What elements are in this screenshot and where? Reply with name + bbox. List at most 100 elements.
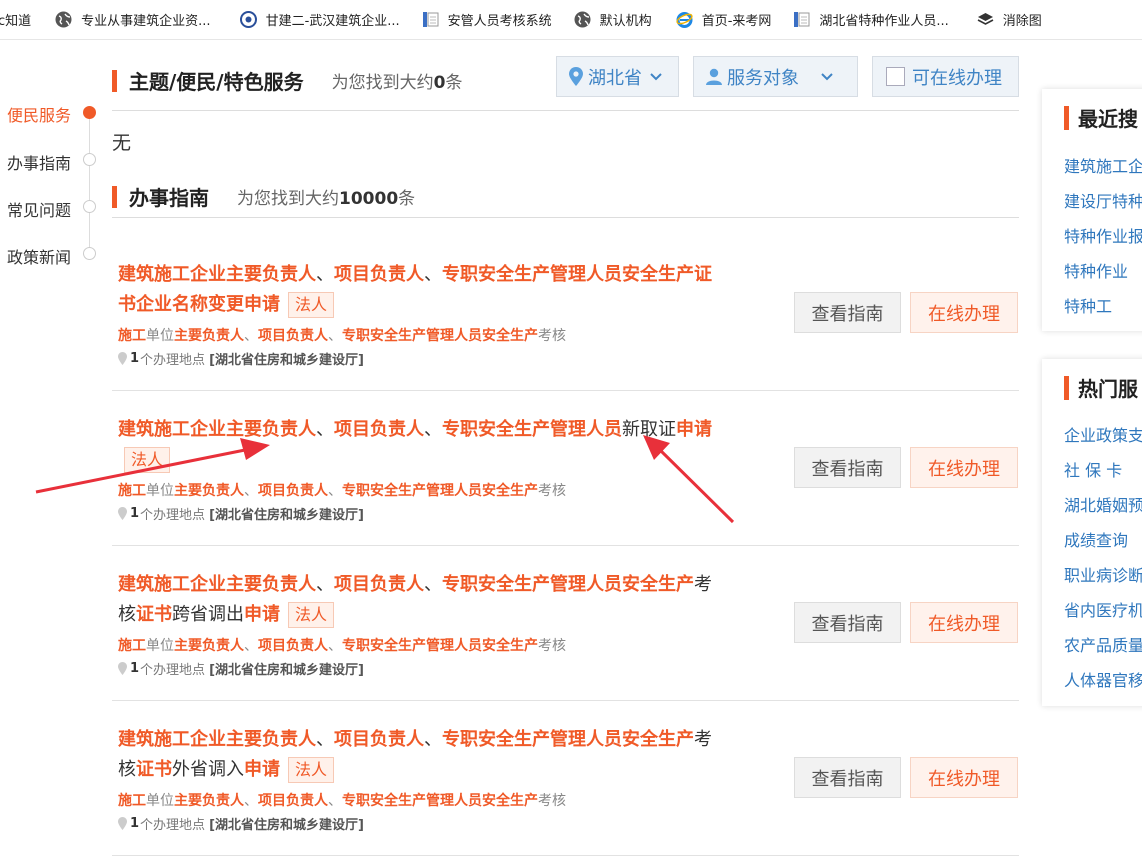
bookmark-item[interactable]: 安管人员考核系统 xyxy=(422,0,552,39)
subtitle-segment: 、 xyxy=(328,483,342,499)
divider xyxy=(112,217,1019,218)
recent-search-link[interactable]: 建筑施工企 xyxy=(1064,153,1142,177)
online-apply-button[interactable]: 在线办理 xyxy=(910,292,1018,333)
recent-search-link[interactable]: 特种作业 xyxy=(1064,258,1128,282)
subtitle-segment: 施工 xyxy=(118,793,146,809)
nav-item-news[interactable]: 政策新闻 xyxy=(7,244,71,268)
panel-header: 最近搜 xyxy=(1064,103,1138,132)
title-text-segment: 专职安全生产管理人员 xyxy=(442,419,622,440)
location-department[interactable]: [湖北省住房和城乡建设厅] xyxy=(209,659,364,678)
subtitle-segment: 、 xyxy=(244,793,258,809)
result-title-link[interactable]: 建筑施工企业主要负责人、项目负责人、专职安全生产管理人员新取证申请 法人 xyxy=(118,415,758,475)
bookmark-item[interactable]: 首页-来考网 xyxy=(676,0,771,39)
section-header-guides: 办事指南 为您找到大约10000条 xyxy=(112,182,415,211)
result-title-link[interactable]: 建筑施工企业主要负责人、项目负责人、专职安全生产管理人员安全生产证 书企业名称变更… xyxy=(118,260,758,320)
title-text-segment: 申请 xyxy=(244,604,280,625)
checkbox-box[interactable] xyxy=(886,67,905,86)
bookmark-item[interactable]: 默认机构 xyxy=(574,0,652,39)
section-accent-bar xyxy=(112,69,117,92)
subtitle-segment: 、 xyxy=(328,328,342,344)
layers-icon xyxy=(977,11,994,28)
location-count: 1 xyxy=(130,661,140,676)
title-text-segment: 专职安全生产管理人员安全生产 xyxy=(442,574,694,595)
recent-search-link[interactable]: 特种作业报 xyxy=(1064,223,1142,247)
panel-header: 热门服 xyxy=(1064,373,1138,402)
bookmark-item[interactable]: 湖北省特种作业人员... xyxy=(793,0,949,39)
section-title: 主题/便民/特色服务 xyxy=(129,70,304,94)
title-text-segment: 建筑施工企业主要负责人 xyxy=(118,729,316,750)
divider xyxy=(112,110,1019,111)
nav-item-faq[interactable]: 常见问题 xyxy=(7,197,71,221)
subtitle-segment: 单位 xyxy=(146,638,174,654)
result-location: 1 个办理地点 [湖北省住房和城乡建设厅] xyxy=(118,504,365,523)
result-count: 为您找到大约0条 xyxy=(331,73,463,93)
bookmark-item[interactable]: c知道 xyxy=(0,0,32,39)
view-guide-button[interactable]: 查看指南 xyxy=(794,757,901,798)
region-dropdown[interactable]: 湖北省 xyxy=(556,56,679,97)
hot-service-link[interactable]: 农产品质量 xyxy=(1064,632,1142,656)
location-department[interactable]: [湖北省住房和城乡建设厅] xyxy=(209,349,364,368)
online-only-checkbox[interactable]: 可在线办理 xyxy=(872,56,1019,97)
result-item: 建筑施工企业主要负责人、项目负责人、专职安全生产管理人员安全生产证 书企业名称变更… xyxy=(112,236,1019,391)
bookmark-item[interactable]: 甘建二-武汉建筑企业... xyxy=(239,0,400,39)
bookmark-item[interactable]: 专业从事建筑企业资... xyxy=(55,0,211,39)
hot-service-link[interactable]: 成绩查询 xyxy=(1064,527,1128,551)
title-text-segment: 新取证 xyxy=(622,419,676,440)
hot-service-link[interactable]: 职业病诊断 xyxy=(1064,562,1142,586)
online-apply-button[interactable]: 在线办理 xyxy=(910,447,1018,488)
globe-icon xyxy=(574,11,591,28)
region-value: 湖北省 xyxy=(588,67,642,89)
result-title-link[interactable]: 建筑施工企业主要负责人、项目负责人、专职安全生产管理人员安全生产考 核证书外省调入… xyxy=(118,725,758,785)
title-text-segment: 、 xyxy=(424,574,442,595)
bookmark-item[interactable]: 消除图 xyxy=(977,0,1042,39)
recent-search-link[interactable]: 特种工 xyxy=(1064,293,1112,317)
subtitle-segment: 项目负责人 xyxy=(258,638,328,654)
hot-service-link[interactable]: 湖北婚姻预 xyxy=(1064,492,1142,516)
bookmark-label: 专业从事建筑企业资... xyxy=(81,14,211,29)
subtitle-segment: 施工 xyxy=(118,328,146,344)
recent-search-link[interactable]: 建设厅特种 xyxy=(1064,188,1142,212)
location-pin-icon xyxy=(118,817,127,830)
view-guide-button[interactable]: 查看指南 xyxy=(794,602,901,643)
view-guide-button[interactable]: 查看指南 xyxy=(794,447,901,488)
subtitle-segment: 专职安全生产管理人员安全生产 xyxy=(342,793,538,809)
title-text-segment: 证书 xyxy=(136,759,172,780)
subtitle-segment: 主要负责人 xyxy=(174,793,244,809)
online-apply-button[interactable]: 在线办理 xyxy=(910,757,1018,798)
bookmark-label: 湖北省特种作业人员... xyxy=(819,14,949,29)
view-guide-button[interactable]: 查看指南 xyxy=(794,292,901,333)
hot-service-link[interactable]: 人体器官移 xyxy=(1064,667,1142,691)
subtitle-segment: 施工 xyxy=(118,638,146,654)
hot-service-link[interactable]: 企业政策支 xyxy=(1064,422,1142,446)
location-department[interactable]: [湖北省住房和城乡建设厅] xyxy=(209,504,364,523)
title-text-segment: 建筑施工企业主要负责人 xyxy=(118,574,316,595)
bookmark-label: 消除图 xyxy=(1002,14,1042,29)
result-subtitle: 施工单位主要负责人、项目负责人、专职安全生产管理人员安全生产考核 xyxy=(118,480,566,500)
title-text-segment: 申请 xyxy=(676,419,712,440)
hot-service-link[interactable]: 省内医疗机 xyxy=(1064,597,1142,621)
title-text-segment: 建筑施工企业主要负责人 xyxy=(118,419,316,440)
title-text-segment: 、 xyxy=(424,729,442,750)
location-department[interactable]: [湖北省住房和城乡建设厅] xyxy=(209,814,364,833)
result-title-link[interactable]: 建筑施工企业主要负责人、项目负责人、专职安全生产管理人员安全生产考 核证书跨省调出… xyxy=(118,570,758,630)
bookmark-label: 默认机构 xyxy=(599,14,652,29)
hot-service-link[interactable]: 社 保 卡 xyxy=(1064,457,1122,481)
title-text-segment: 核 xyxy=(118,759,136,780)
bookmark-label: c知道 xyxy=(0,14,32,29)
result-item: 建筑施工企业主要负责人、项目负责人、专职安全生产管理人员安全生产考 核证书外省调入… xyxy=(112,701,1019,856)
subtitle-segment: 主要负责人 xyxy=(174,328,244,344)
title-text-segment: 、 xyxy=(316,729,334,750)
audience-dropdown[interactable]: 服务对象 xyxy=(693,56,858,97)
subtitle-segment: 单位 xyxy=(146,793,174,809)
nav-dot xyxy=(83,153,96,166)
online-apply-button[interactable]: 在线办理 xyxy=(910,602,1018,643)
nav-item-convenience[interactable]: 便民服务 xyxy=(7,102,71,126)
result-location: 1 个办理地点 [湖北省住房和城乡建设厅] xyxy=(118,349,365,368)
empty-result-text: 无 xyxy=(112,132,132,154)
page-icon xyxy=(422,11,439,28)
subtitle-segment: 项目负责人 xyxy=(258,483,328,499)
subtitle-segment: 考核 xyxy=(538,483,566,499)
result-count: 为您找到大约10000条 xyxy=(237,189,416,209)
nav-item-guide[interactable]: 办事指南 xyxy=(7,150,71,174)
subtitle-segment: 考核 xyxy=(538,793,566,809)
